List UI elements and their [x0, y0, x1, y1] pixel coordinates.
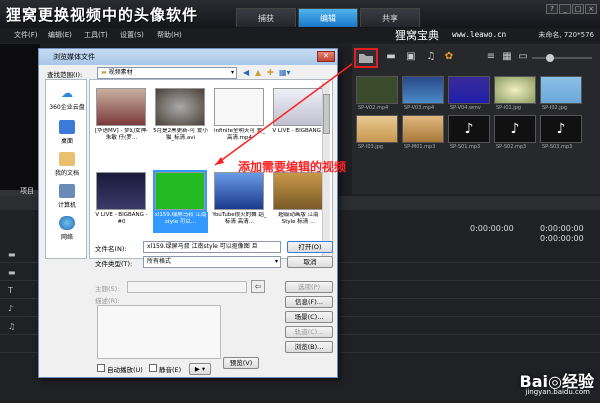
- baidu-url: jingyan.baidu.com: [525, 388, 590, 396]
- annotation-arrows: [214, 63, 353, 166]
- annotation-arrowhead: [215, 157, 224, 165]
- annotation-text: 添加需要编辑的视频: [238, 160, 347, 174]
- annotation-arrow: [214, 63, 353, 166]
